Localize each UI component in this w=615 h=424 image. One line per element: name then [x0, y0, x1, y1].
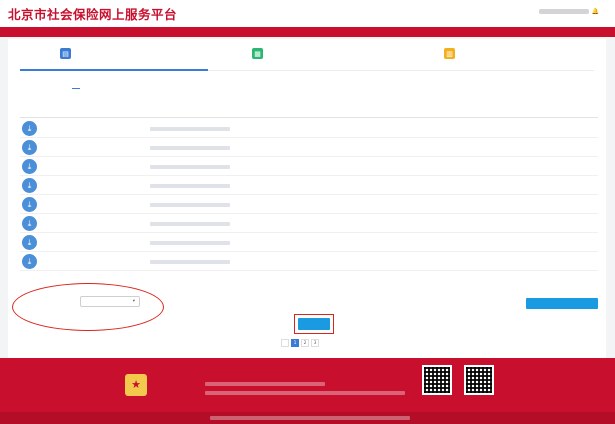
footer-text-blur-1	[205, 382, 325, 386]
user-name-masked	[538, 9, 589, 14]
row-id-masked	[150, 222, 230, 226]
table-row: ⤓	[20, 214, 598, 233]
tab-1[interactable]	[30, 84, 38, 88]
table-header-divider	[20, 117, 598, 118]
import-button[interactable]	[526, 298, 598, 309]
pagination-next[interactable]	[321, 339, 329, 347]
table-row: ⤓	[20, 138, 598, 157]
download-icon[interactable]: ⤓	[22, 216, 37, 231]
pagination-page-2[interactable]: 2	[301, 339, 309, 347]
date-bar	[0, 27, 615, 37]
table-row: ⤓	[20, 157, 598, 176]
clipboard-icon: ▥	[444, 48, 455, 59]
row-id-masked	[150, 165, 230, 169]
emblem-icon: ★	[125, 374, 147, 396]
user-area: 🔔	[536, 8, 605, 15]
header: 北京市社会保险网上服务平台 🔔	[0, 0, 615, 27]
pagination-page-3[interactable]: 3	[311, 339, 319, 347]
download-icon[interactable]: ⤓	[22, 254, 37, 269]
pagination-prev[interactable]	[281, 339, 289, 347]
highlight-rectangle	[294, 314, 334, 334]
main-card: ▤ ▦ ▥ ⤓ ⤓ ⤓ ⤓ ⤓ ⤓ ⤓ ⤓ ▾ 1 2 3	[8, 39, 606, 358]
step-2[interactable]: ▦	[252, 48, 266, 59]
table-row: ⤓	[20, 176, 598, 195]
table-row: ⤓	[20, 195, 598, 214]
step-3[interactable]: ▥	[444, 48, 458, 59]
row-id-masked	[150, 203, 230, 207]
table-row: ⤓	[20, 252, 598, 271]
footer: ★	[0, 358, 615, 412]
row-id-masked	[150, 184, 230, 188]
table-row: ⤓	[20, 119, 598, 138]
table-row: ⤓	[20, 233, 598, 252]
site-logo-title[interactable]: 北京市社会保险网上服务平台	[8, 4, 177, 23]
footer-text-blur-2	[205, 391, 405, 395]
download-icon[interactable]: ⤓	[22, 140, 37, 155]
steps-active-indicator	[20, 69, 208, 71]
qr-code-icon	[464, 365, 494, 395]
download-icon[interactable]: ⤓	[22, 178, 37, 193]
tab-2[interactable]	[72, 84, 80, 89]
bottom-bar	[0, 412, 615, 424]
row-id-masked	[150, 260, 230, 264]
row-id-masked	[150, 127, 230, 131]
form-icon: ▦	[252, 48, 263, 59]
pagination-page-1[interactable]: 1	[291, 339, 299, 347]
download-icon[interactable]: ⤓	[22, 121, 37, 136]
download-icon[interactable]: ⤓	[22, 197, 37, 212]
bell-icon[interactable]: 🔔	[592, 8, 599, 15]
highlight-ellipse	[12, 283, 164, 331]
step-1[interactable]: ▤	[60, 48, 74, 59]
page: 北京市社会保险网上服务平台 🔔 ▤ ▦ ▥ ⤓ ⤓ ⤓ ⤓ ⤓ ⤓ ⤓ ⤓ ▾ …	[0, 0, 615, 424]
bottom-text-blur	[210, 416, 410, 420]
row-id-masked	[150, 241, 230, 245]
download-icon[interactable]: ⤓	[22, 159, 37, 174]
pagination: 1 2 3	[281, 339, 329, 347]
download-icon[interactable]: ⤓	[22, 235, 37, 250]
row-id-masked	[150, 146, 230, 150]
document-icon: ▤	[60, 48, 71, 59]
qr-code-icon	[422, 365, 452, 395]
